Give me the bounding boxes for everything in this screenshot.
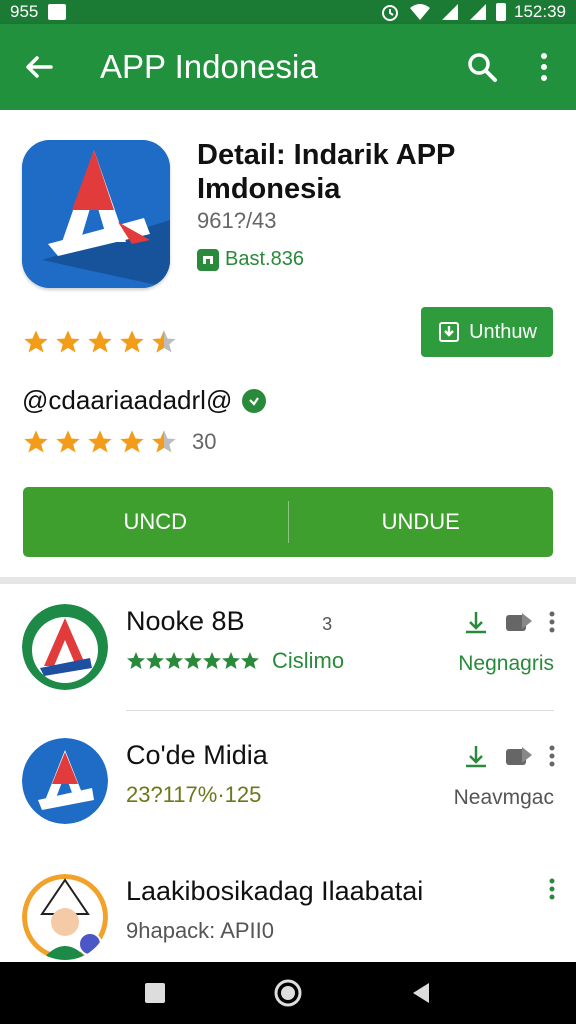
battery-icon [496,3,506,21]
item-meta-text: Cislimo [272,648,345,673]
action-button-bar: UNCD UNDUE [23,487,553,557]
list-item[interactable]: Nooke 8B 3 Cislimo Negnagris [0,584,576,714]
rating-stars [22,328,178,356]
app-badge: Bast.836 [197,248,304,271]
app-subtitle: 961?/43 [197,208,277,233]
app-item-icon [22,874,108,960]
app-bar: APP Indonesia [0,24,576,110]
app-title: Detail: Indarik APP Imdonesia [197,139,455,205]
item-meta-text: 23?117%·125 [126,782,262,807]
status-text: 955 [10,2,39,21]
rating-stars-secondary: 30 [22,428,216,456]
list-divider [126,710,554,711]
search-button[interactable] [452,24,512,110]
wifi-icon [410,4,430,20]
list-item[interactable]: Co'de Midia 23?117%·125 Neavmgac [0,718,576,848]
item-name-text: Laakibosikadag Ilaabatai [126,876,424,906]
star-icon [120,330,144,353]
navigation-bar [0,962,576,1024]
back-arrow-icon [26,56,53,78]
list-item-name: Nooke 8B 3 [126,606,332,637]
developer-name: @cdaariaadadrl@ [22,385,233,415]
search-icon [468,53,497,82]
download-icon[interactable] [462,608,490,636]
notification-icon [48,4,67,20]
signal-icon [442,4,458,20]
left-action-button[interactable]: UNCD [23,487,288,557]
status-bar: 955 152:39 [0,0,576,24]
star-icon [56,430,80,453]
star-icon [56,330,80,353]
section-divider [0,577,576,584]
install-button[interactable]: Unthuw [421,307,553,357]
badge-text: Bast.836 [225,248,304,270]
signal-icon-2 [470,4,486,20]
star-row-icon [127,652,259,669]
app-bar-title: APP Indonesia [100,48,318,85]
rating-count: 30 [192,429,217,454]
app-item-icon [22,738,108,824]
home-icon[interactable] [273,978,303,1008]
install-label: Unthuw [469,320,537,343]
recents-icon[interactable] [143,981,167,1005]
download-icon [439,322,460,342]
more-vert-icon [541,53,547,81]
download-icon[interactable] [462,742,490,770]
item-extra: 3 [322,614,333,634]
star-half-icon [152,430,176,453]
item-actions [548,878,556,900]
developer-row[interactable]: @cdaariaadadrl@ [22,385,267,416]
right-action-button[interactable]: UNDUE [289,487,554,557]
share-icon[interactable] [504,743,534,769]
list-item-meta: Cislimo [126,648,344,674]
more-button[interactable] [512,24,576,110]
item-meta-text: 9hapack: APII0 [126,918,274,943]
app-logo-icon[interactable] [22,140,170,288]
item-name-text: Nooke 8B [126,606,245,636]
back-nav-icon[interactable] [409,981,433,1005]
item-name-text: Co'de Midia [126,740,268,770]
alarm-icon [382,5,398,21]
star-icon [88,430,112,453]
app-item-icon [22,604,108,690]
badge-icon [197,248,219,271]
more-vert-icon[interactable] [548,745,556,767]
share-icon[interactable] [504,609,534,635]
item-status: Negnagris [458,652,554,675]
star-icon [24,330,48,353]
more-vert-icon[interactable] [548,611,556,633]
star-half-icon [152,330,176,353]
star-icon [88,330,112,353]
item-actions [462,608,556,636]
item-actions [462,742,556,770]
verified-check-icon [242,388,267,413]
more-vert-icon[interactable] [548,878,556,900]
status-time: 152:39 [514,2,566,21]
app-detail-section: Detail: Indarik APP Imdonesia 961?/43 Ba… [0,110,576,580]
back-button[interactable] [0,24,78,110]
item-status: Neavmgac [453,786,554,809]
star-icon [24,430,48,453]
star-icon [120,430,144,453]
